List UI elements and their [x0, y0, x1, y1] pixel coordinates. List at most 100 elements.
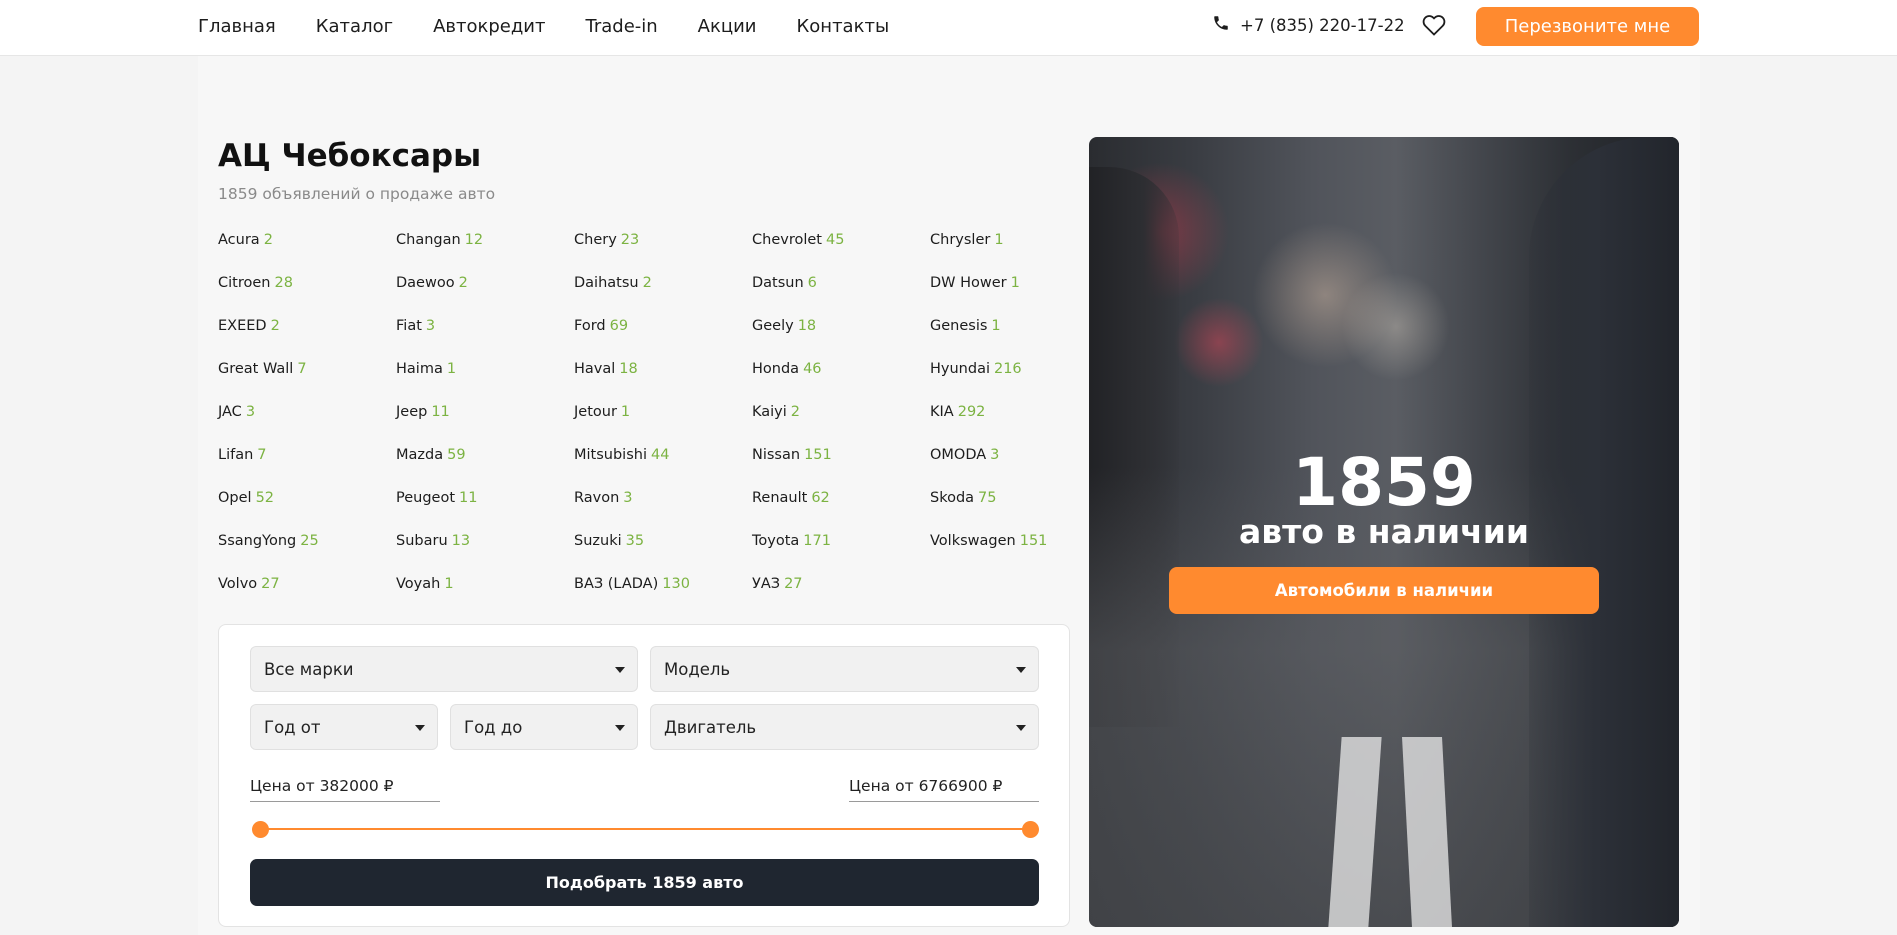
brand-name: Great Wall [218, 361, 294, 377]
brand-link[interactable]: OMODA 3 [930, 443, 1108, 486]
brand-link[interactable]: Skoda 75 [930, 486, 1108, 529]
brand-count: 2 [270, 318, 280, 334]
year-from-select[interactable]: Год от [250, 704, 438, 750]
brand-name: Voyah [396, 576, 441, 592]
brand-count: 18 [619, 361, 638, 377]
brand-name: Jetour [574, 404, 617, 420]
brand-count: 3 [245, 404, 256, 420]
make-select[interactable]: Все марки [250, 646, 638, 692]
brand-link[interactable]: Toyota 171 [752, 529, 930, 572]
brand-link[interactable]: Mitsubishi 44 [574, 443, 752, 486]
brand-count: 151 [1019, 533, 1048, 549]
brand-count: 44 [650, 447, 670, 463]
brand-count: 1 [446, 361, 457, 377]
brand-name: Nissan [752, 447, 801, 463]
brand-link[interactable]: Voyah 1 [396, 572, 574, 615]
price-range-track[interactable] [260, 828, 1030, 830]
brand-link[interactable]: Haval 18 [574, 357, 752, 400]
brand-link[interactable]: KIA 292 [930, 400, 1108, 443]
brand-name: EXEED [218, 318, 267, 334]
brand-link[interactable]: Daihatsu 2 [574, 271, 752, 314]
brand-link[interactable]: SsangYong 25 [218, 529, 396, 572]
nav-item-promotions[interactable]: Акции [698, 16, 757, 37]
brand-count: 6 [807, 275, 817, 291]
brand-link[interactable]: Chery 23 [574, 228, 752, 271]
brand-link[interactable]: Changan 12 [396, 228, 574, 271]
main-nav: Главная Каталог Автокредит Trade-in Акци… [198, 0, 929, 52]
price-from-field[interactable]: Цена от 382000 ₽ [250, 775, 440, 802]
brand-link[interactable]: Honda 46 [752, 357, 930, 400]
brand-count: 35 [625, 533, 645, 549]
brand-link[interactable]: Acura 2 [218, 228, 396, 271]
brand-count: 2 [263, 232, 273, 248]
make-select-value: Все марки [264, 659, 354, 679]
price-range-min-handle[interactable] [251, 821, 269, 838]
brand-count: 23 [620, 232, 640, 248]
model-select[interactable]: Модель [650, 646, 1039, 692]
brand-link[interactable]: DW Hower 1 [930, 271, 1108, 314]
brand-link[interactable]: Renault 62 [752, 486, 930, 529]
brand-count: 75 [978, 490, 997, 506]
brand-link[interactable]: Jeep 11 [396, 400, 574, 443]
brand-name: Daihatsu [574, 275, 639, 291]
brand-link[interactable]: УАЗ 27 [752, 572, 930, 615]
brand-link[interactable]: Fiat 3 [396, 314, 574, 357]
brand-link[interactable]: Jetour 1 [574, 400, 752, 443]
phone-link[interactable]: +7 (835) 220-17-22 [1212, 14, 1405, 36]
brand-link[interactable]: Nissan 151 [752, 443, 930, 486]
brand-count: 171 [803, 533, 831, 549]
heart-icon[interactable] [1422, 14, 1446, 40]
brand-link[interactable]: Lifan 7 [218, 443, 396, 486]
brand-link[interactable]: Chrysler 1 [930, 228, 1108, 271]
brand-name: Genesis [930, 318, 988, 334]
brand-link[interactable]: Genesis 1 [930, 314, 1108, 357]
brand-count: 151 [804, 447, 832, 463]
brand-link[interactable]: Peugeot 11 [396, 486, 574, 529]
brand-link[interactable]: Datsun 6 [752, 271, 930, 314]
brand-link[interactable]: Ravon 3 [574, 486, 752, 529]
nav-item-autocredit[interactable]: Автокредит [433, 16, 545, 37]
brand-link[interactable]: Chevrolet 45 [752, 228, 930, 271]
search-submit-button[interactable]: Подобрать 1859 авто [250, 859, 1039, 906]
price-range-max-handle[interactable] [1021, 821, 1039, 838]
brand-link[interactable]: Haima 1 [396, 357, 574, 400]
brand-name: Renault [752, 490, 808, 506]
nav-item-home[interactable]: Главная [198, 16, 276, 37]
brand-link[interactable]: Geely 18 [752, 314, 930, 357]
brand-link[interactable]: Hyundai 216 [930, 357, 1108, 400]
year-from-value: Год от [264, 717, 321, 737]
price-to-field[interactable]: Цена от 6766900 ₽ [849, 775, 1039, 802]
brand-link[interactable]: Daewoo 2 [396, 271, 574, 314]
brand-name: Chevrolet [752, 232, 822, 248]
brand-link[interactable]: JAC 3 [218, 400, 396, 443]
brand-link[interactable]: Mazda 59 [396, 443, 574, 486]
brand-name: Volvo [218, 576, 258, 592]
promo-count: 1859 [1292, 444, 1476, 521]
brand-link[interactable]: Citroen 28 [218, 271, 396, 314]
brand-link[interactable]: Great Wall 7 [218, 357, 396, 400]
engine-select[interactable]: Двигатель [650, 704, 1039, 750]
callback-button[interactable]: Перезвоните мне [1476, 7, 1699, 46]
brand-link[interactable]: Ford 69 [574, 314, 752, 357]
brand-count: 27 [261, 576, 280, 592]
brand-link[interactable]: Volkswagen 151 [930, 529, 1108, 572]
brand-link[interactable]: Subaru 13 [396, 529, 574, 572]
cars-in-stock-button[interactable]: Автомобили в наличии [1169, 567, 1599, 614]
brand-link[interactable]: Kaiyi 2 [752, 400, 930, 443]
brand-name: Honda [752, 361, 800, 377]
year-to-select[interactable]: Год до [450, 704, 638, 750]
brand-name: Ford [574, 318, 606, 334]
brand-link[interactable]: Opel 52 [218, 486, 396, 529]
brand-count: 12 [464, 232, 484, 248]
chevron-down-icon [1016, 667, 1026, 673]
brand-count: 2 [458, 275, 468, 291]
brand-link[interactable]: Suzuki 35 [574, 529, 752, 572]
brand-count: 27 [784, 576, 803, 592]
brand-link[interactable]: Volvo 27 [218, 572, 396, 615]
nav-item-catalog[interactable]: Каталог [316, 16, 393, 37]
brand-link[interactable]: ВАЗ (LADA) 130 [574, 572, 752, 615]
brand-name: Skoda [930, 490, 975, 506]
nav-item-contacts[interactable]: Контакты [797, 16, 890, 37]
brand-link[interactable]: EXEED 2 [218, 314, 396, 357]
nav-item-trade-in[interactable]: Trade-in [585, 16, 657, 37]
